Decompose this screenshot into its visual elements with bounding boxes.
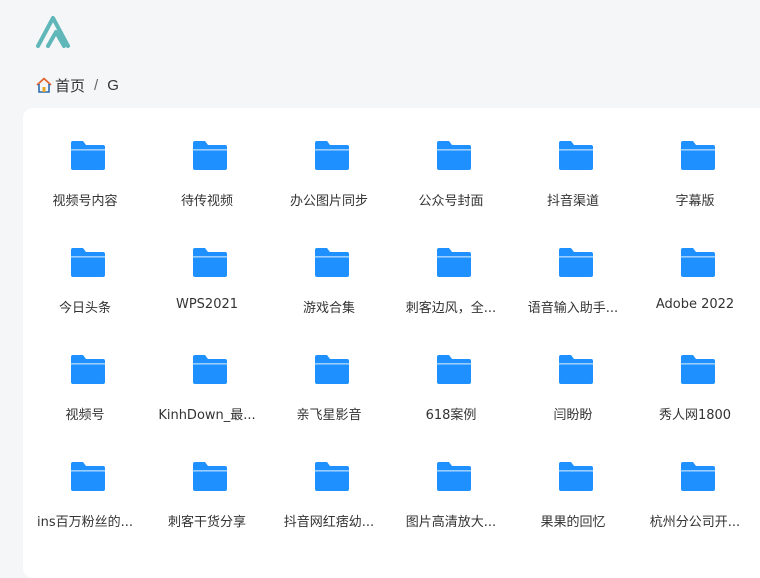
folder-icon xyxy=(437,355,471,384)
folder-label: 图片高清放大... xyxy=(405,515,497,530)
folder-item[interactable]: 秀人网1800 xyxy=(634,322,756,423)
folder-icon xyxy=(315,462,349,491)
folder-item[interactable]: 抖音渠道 xyxy=(512,108,634,209)
folder-label: 游戏合集 xyxy=(302,301,355,316)
breadcrumb-separator: / xyxy=(94,76,99,94)
folder-item[interactable]: 刺客边风，全... xyxy=(390,215,512,316)
folder-item[interactable]: 游戏合集 xyxy=(268,215,390,316)
folder-item[interactable]: 语音输入助手... xyxy=(512,215,634,316)
folder-item[interactable]: 视频号 xyxy=(24,322,146,423)
breadcrumb-current: G xyxy=(107,76,119,94)
folder-item[interactable]: WPS2021 xyxy=(146,215,268,315)
folder-icon xyxy=(681,462,715,491)
folder-label: 抖音网红痞幼... xyxy=(283,515,375,530)
folder-icon xyxy=(681,141,715,170)
folder-item[interactable]: 618案例 xyxy=(390,322,512,423)
folder-icon xyxy=(71,248,105,277)
folder-label: 亲飞星影音 xyxy=(296,408,362,423)
folder-icon xyxy=(71,141,105,170)
folder-icon xyxy=(681,355,715,384)
folder-label: 闫盼盼 xyxy=(553,408,593,423)
folder-label: 抖音渠道 xyxy=(546,194,599,209)
folder-label: 视频号 xyxy=(65,408,105,423)
folder-icon xyxy=(71,355,105,384)
folder-item[interactable]: KinhDown_最... xyxy=(146,322,268,423)
folder-item[interactable]: 今日头条 xyxy=(24,215,146,316)
folder-item[interactable]: Adobe 2022 xyxy=(634,215,756,315)
folder-icon xyxy=(315,355,349,384)
folder-label: 公众号封面 xyxy=(418,194,484,209)
folder-icon xyxy=(315,141,349,170)
folder-label: 秀人网1800 xyxy=(658,408,732,423)
folder-icon xyxy=(193,248,227,277)
folder-label: KinhDown_最... xyxy=(158,408,256,423)
folder-label: 今日头条 xyxy=(58,301,111,316)
folder-icon xyxy=(315,248,349,277)
folder-icon xyxy=(559,462,593,491)
folder-item[interactable]: 办公图片同步 xyxy=(268,108,390,209)
folder-item[interactable]: 图片高清放大... xyxy=(390,429,512,530)
folder-icon xyxy=(681,248,715,277)
folder-label: 刺客边风，全... xyxy=(405,301,497,316)
folder-item[interactable]: 公众号封面 xyxy=(390,108,512,209)
folder-label: 视频号内容 xyxy=(52,194,118,209)
folder-icon xyxy=(437,462,471,491)
breadcrumb: 首页 / G xyxy=(35,74,119,96)
app-logo xyxy=(36,16,70,48)
folder-label: 办公图片同步 xyxy=(289,194,368,209)
folder-icon xyxy=(437,141,471,170)
folder-item[interactable]: 亲飞星影音 xyxy=(268,322,390,423)
home-icon[interactable] xyxy=(35,76,53,94)
folder-label: 618案例 xyxy=(425,408,477,423)
folder-item[interactable]: 待传视频 xyxy=(146,108,268,209)
folder-icon xyxy=(71,462,105,491)
folder-label: Adobe 2022 xyxy=(655,297,735,312)
folder-icon xyxy=(437,248,471,277)
file-panel: 视频号内容 待传视频 办公图片同步 公众号封面 抖音渠道 字幕版今日头条 WPS2021 游戏… xyxy=(23,108,760,578)
folder-label: 字幕版 xyxy=(675,194,715,209)
breadcrumb-home[interactable]: 首页 xyxy=(55,75,85,96)
folder-item[interactable]: 视频号内容 xyxy=(24,108,146,209)
folder-icon xyxy=(193,355,227,384)
folder-item[interactable]: 果果的回忆 xyxy=(512,429,634,530)
folder-icon xyxy=(193,141,227,170)
folder-item[interactable]: 抖音网红痞幼... xyxy=(268,429,390,530)
folder-label: 刺客干货分享 xyxy=(167,515,246,530)
folder-label: 语音输入助手... xyxy=(527,301,619,316)
folder-item[interactable]: 杭州分公司开... xyxy=(634,429,756,530)
folder-item[interactable]: 闫盼盼 xyxy=(512,322,634,423)
folder-label: 果果的回忆 xyxy=(540,515,606,530)
folder-label: WPS2021 xyxy=(175,297,239,312)
folder-icon xyxy=(559,355,593,384)
folder-label: ins百万粉丝的... xyxy=(36,515,134,530)
folder-label: 杭州分公司开... xyxy=(649,515,741,530)
folder-icon xyxy=(559,248,593,277)
folder-item[interactable]: ins百万粉丝的... xyxy=(24,429,146,530)
folder-item[interactable]: 刺客干货分享 xyxy=(146,429,268,530)
folder-label: 待传视频 xyxy=(180,194,233,209)
folder-icon xyxy=(559,141,593,170)
folder-item[interactable]: 字幕版 xyxy=(634,108,756,209)
folder-icon xyxy=(193,462,227,491)
